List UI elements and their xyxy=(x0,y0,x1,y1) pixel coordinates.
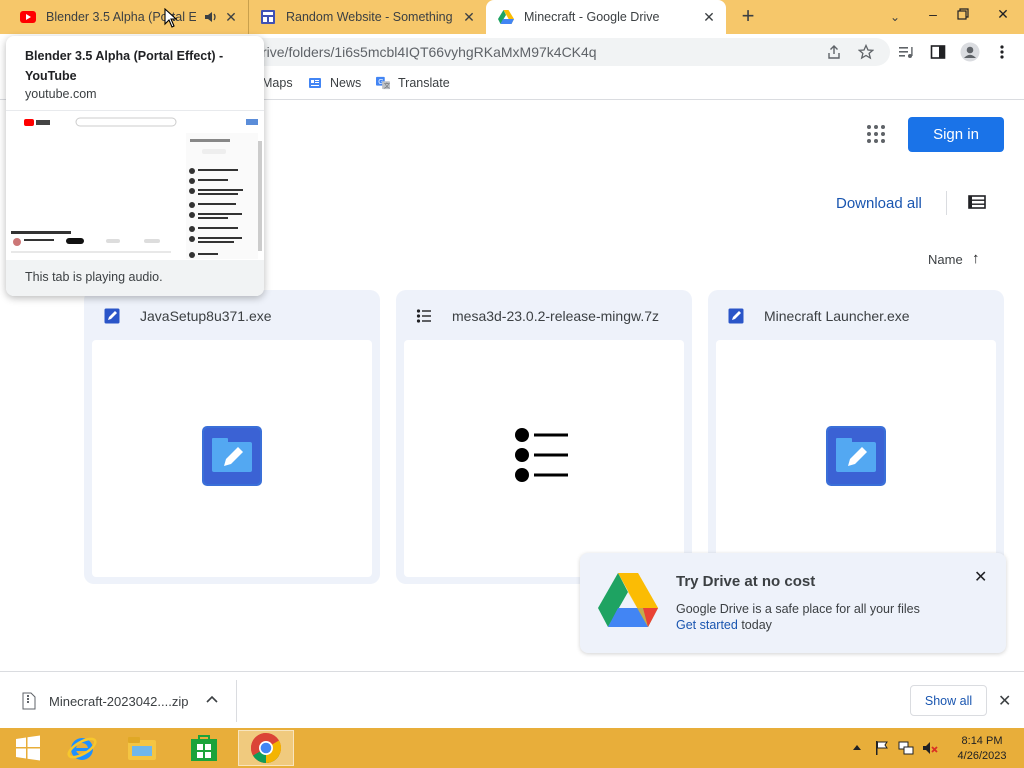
youtube-icon xyxy=(20,9,36,25)
close-icon[interactable]: ✕ xyxy=(462,10,476,24)
executable-icon xyxy=(728,308,744,324)
close-icon[interactable]: ✕ xyxy=(224,10,238,24)
network-icon[interactable] xyxy=(898,740,914,759)
bookmark-label: News xyxy=(330,76,362,90)
zip-file-icon xyxy=(22,692,36,710)
side-panel-icon[interactable] xyxy=(928,42,948,62)
profile-avatar-icon[interactable] xyxy=(960,42,980,62)
action-center-flag-icon[interactable] xyxy=(874,740,890,759)
file-card[interactable]: Minecraft Launcher.exe xyxy=(708,290,1004,584)
promo-body: Google Drive is a safe place for all you… xyxy=(676,602,920,616)
windows-store-icon[interactable] xyxy=(176,730,232,766)
clock-date: 4/26/2023 xyxy=(957,750,1007,762)
sort-direction-icon[interactable]: ↑ xyxy=(972,250,980,267)
promo-title: Try Drive at no cost xyxy=(676,573,816,590)
tab-google-drive[interactable]: Minecraft - Google Drive ✕ xyxy=(486,0,726,34)
archive-list-icon xyxy=(514,426,574,486)
close-icon[interactable]: ✕ xyxy=(974,567,987,587)
hover-card-title: Blender 3.5 Alpha (Portal Effect) - YouT… xyxy=(25,49,224,83)
url-text[interactable]: rive/folders/1i6s5mcbl4IQT66vyhgRKaMxM97… xyxy=(262,44,597,60)
hover-card-audio-status: This tab is playing audio. xyxy=(6,260,264,296)
list-view-icon[interactable] xyxy=(968,195,986,209)
file-card[interactable]: mesa3d-23.0.2-release-mingw.7z xyxy=(396,290,692,584)
start-button[interactable] xyxy=(0,730,56,766)
executable-icon xyxy=(202,426,262,486)
bookmark-star-icon[interactable] xyxy=(856,42,876,62)
speaker-icon[interactable] xyxy=(204,10,218,27)
share-icon[interactable] xyxy=(824,42,844,62)
promo-cta-suffix: today xyxy=(737,618,772,632)
google-drive-logo-icon xyxy=(598,573,658,627)
tray-overflow-icon[interactable] xyxy=(852,742,862,754)
clock-time: 8:14 PM xyxy=(961,735,1003,747)
file-explorer-icon[interactable] xyxy=(114,730,170,766)
bookmark-news[interactable]: News xyxy=(308,76,361,90)
archive-list-icon xyxy=(416,308,432,324)
tab-youtube[interactable]: Blender 3.5 Alpha (Portal Effect) ✕ xyxy=(0,0,248,34)
menu-kebab-icon[interactable] xyxy=(992,42,1012,62)
hover-card-domain: youtube.com xyxy=(25,87,97,101)
file-name: mesa3d-23.0.2-release-mingw.7z xyxy=(452,308,659,324)
news-icon xyxy=(308,76,322,90)
file-card[interactable]: JavaSetup8u371.exe xyxy=(84,290,380,584)
get-started-link[interactable]: Get started xyxy=(676,618,738,632)
divider xyxy=(946,191,947,215)
divider xyxy=(236,680,237,722)
close-icon[interactable]: ✕ xyxy=(702,10,716,24)
tab-title: Minecraft - Google Drive xyxy=(524,10,660,24)
executable-icon xyxy=(104,308,120,324)
bookmark-translate[interactable]: G文 Translate xyxy=(376,76,450,90)
tab-search-chevron-icon[interactable]: ⌄ xyxy=(890,10,900,24)
website-icon xyxy=(260,9,276,25)
google-apps-grid-icon[interactable] xyxy=(866,124,886,144)
volume-muted-icon[interactable] xyxy=(922,740,938,759)
sign-in-button[interactable]: Sign in xyxy=(908,117,1004,152)
tab-hover-card: Blender 3.5 Alpha (Portal Effect) - YouT… xyxy=(6,36,264,296)
download-filename[interactable]: Minecraft-2023042....zip xyxy=(49,694,188,709)
file-preview xyxy=(404,340,684,577)
file-name: Minecraft Launcher.exe xyxy=(764,308,910,324)
internet-explorer-icon[interactable] xyxy=(54,730,110,766)
bookmark-maps[interactable]: Maps xyxy=(262,76,293,90)
close-window-button[interactable]: ✕ xyxy=(982,0,1024,28)
translate-icon: G文 xyxy=(376,76,390,90)
file-preview xyxy=(716,340,996,577)
svg-text:文: 文 xyxy=(384,82,390,90)
file-preview xyxy=(92,340,372,577)
new-tab-button[interactable]: + xyxy=(737,5,759,28)
bookmark-label: Maps xyxy=(262,76,293,90)
chevron-up-icon[interactable] xyxy=(206,692,218,706)
download-bar: Minecraft-2023042....zip Show all ✕ xyxy=(0,671,1024,728)
close-icon[interactable]: ✕ xyxy=(998,691,1011,711)
windows-taskbar: 8:14 PM 4/26/2023 xyxy=(0,728,1024,768)
show-all-button[interactable]: Show all xyxy=(910,685,987,716)
tab-random-website[interactable]: Random Website - Something ✕ xyxy=(248,0,486,34)
tab-thumbnail xyxy=(6,110,264,261)
try-drive-promo: Try Drive at no cost Google Drive is a s… xyxy=(580,553,1006,653)
minimize-button[interactable]: – xyxy=(916,0,950,28)
executable-icon xyxy=(826,426,886,486)
sort-by-name[interactable]: Name xyxy=(928,252,963,267)
chrome-taskbar-icon[interactable] xyxy=(238,730,294,766)
bookmark-label: Translate xyxy=(398,76,450,90)
promo-cta: Get started today xyxy=(676,618,772,632)
download-all-button[interactable]: Download all xyxy=(836,195,922,212)
tab-strip: Blender 3.5 Alpha (Portal Effect) ✕ Rand… xyxy=(0,0,1024,34)
system-clock[interactable]: 8:14 PM 4/26/2023 xyxy=(952,734,1012,764)
google-drive-icon xyxy=(498,9,514,25)
file-name: JavaSetup8u371.exe xyxy=(140,308,272,324)
media-control-icon[interactable] xyxy=(896,42,916,62)
mouse-cursor-icon xyxy=(164,7,178,33)
tab-title: Random Website - Something xyxy=(286,10,453,24)
restore-button[interactable] xyxy=(946,0,980,28)
